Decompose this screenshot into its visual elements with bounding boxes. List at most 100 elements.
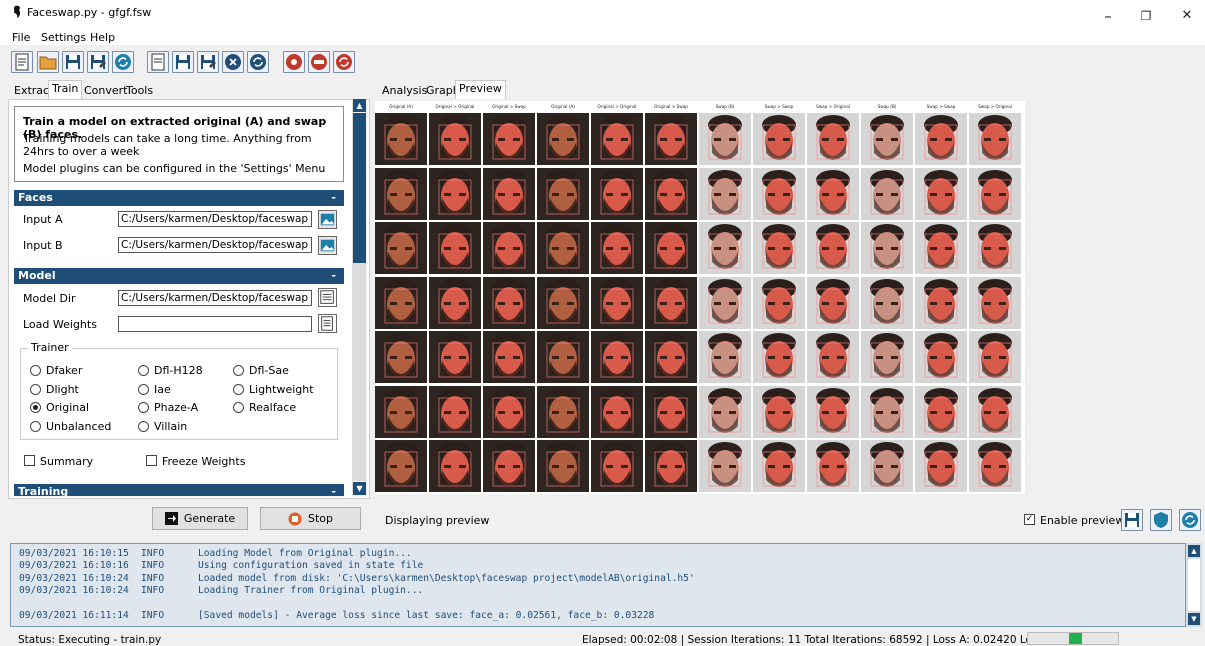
scroll-down-icon[interactable]: ▼ xyxy=(353,482,366,495)
save-task-as-icon[interactable] xyxy=(197,51,219,73)
new-project-icon[interactable] xyxy=(11,51,33,73)
stop-button[interactable]: Stop xyxy=(260,507,361,530)
trainer-label-dfl-h128: Dfl-H128 xyxy=(154,364,203,377)
face-thumbnail xyxy=(537,167,589,220)
face-thumbnail xyxy=(483,440,535,492)
console-scrollbar[interactable]: ▲ ▼ xyxy=(1186,543,1202,627)
face-thumbnail xyxy=(861,167,913,220)
face-thumbnail xyxy=(429,440,481,492)
clear-task-icon[interactable] xyxy=(222,51,244,73)
preview-column-header: Swap > Swap xyxy=(926,104,956,109)
refresh-preview-icon[interactable] xyxy=(1179,509,1201,531)
face-thumbnail xyxy=(861,385,913,438)
stop-label: Stop xyxy=(307,512,333,525)
freeze-weights-checkbox[interactable] xyxy=(146,455,157,466)
trainer-radio-realface[interactable] xyxy=(233,402,244,413)
face-thumbnail xyxy=(375,113,427,165)
tab-train[interactable]: Train xyxy=(48,80,83,99)
trainer-label-dlight: Dlight xyxy=(46,382,79,396)
trainer-label-villain: Villain xyxy=(154,419,188,433)
trainer-label-realface: Realface xyxy=(249,401,297,414)
menu-help[interactable]: Help xyxy=(90,31,115,44)
right-tabs: Analysis Graph Preview xyxy=(378,80,508,99)
preview-column-header: Swap (B) xyxy=(877,104,897,109)
log-scroll-thumb[interactable] xyxy=(1188,559,1200,611)
face-thumbnail xyxy=(537,440,589,492)
preview-column-header: Original > Original xyxy=(597,104,637,109)
faces-header-label: Faces xyxy=(18,191,53,204)
trainer-radio-dfl-sae[interactable] xyxy=(233,365,244,376)
scroll-up-icon[interactable]: ▲ xyxy=(353,99,366,112)
faces-section-header[interactable]: Faces - xyxy=(14,190,344,206)
menu-file[interactable]: File xyxy=(12,31,30,44)
face-thumbnail xyxy=(591,167,643,220)
face-thumbnail xyxy=(915,385,967,438)
trainer-radio-iae[interactable] xyxy=(138,383,149,395)
generate-button[interactable]: Generate xyxy=(152,507,248,530)
training-section-header[interactable]: Training - xyxy=(14,484,344,496)
close-button[interactable]: ✕ xyxy=(1172,4,1202,28)
input-b-browse-icon[interactable] xyxy=(318,236,337,255)
settings-icon[interactable] xyxy=(283,51,305,73)
input-a-field[interactable]: C:/Users/karmen/Desktop/faceswap proj xyxy=(118,211,312,227)
model-dir-field[interactable]: C:/Users/karmen/Desktop/faceswap proj xyxy=(118,290,312,306)
face-thumbnail xyxy=(915,113,967,165)
face-thumbnail xyxy=(645,385,697,438)
trainer-radio-unbalanced[interactable] xyxy=(30,420,41,432)
reload-project-icon[interactable] xyxy=(112,51,134,73)
tab-tools[interactable]: Tools xyxy=(122,82,157,99)
minimize-button[interactable]: – xyxy=(1093,4,1123,28)
face-thumbnail xyxy=(591,440,643,492)
face-thumbnail xyxy=(915,167,967,220)
shield-icon[interactable] xyxy=(1150,509,1172,531)
clear-icon[interactable] xyxy=(308,51,330,73)
model-section-header[interactable]: Model - xyxy=(14,268,344,284)
summary-checkbox[interactable] xyxy=(24,455,35,466)
trainer-label-lightweight: Lightweight xyxy=(249,382,314,396)
tab-preview[interactable]: Preview xyxy=(455,80,506,99)
face-thumbnail xyxy=(699,222,751,274)
face-thumbnail xyxy=(375,222,427,274)
save-task-icon[interactable] xyxy=(172,51,194,73)
face-thumbnail xyxy=(375,167,427,220)
face-thumbnail xyxy=(699,276,751,329)
trainer-radio-villain[interactable] xyxy=(138,420,149,432)
enable-preview-checkbox[interactable]: ✓ xyxy=(1024,514,1035,525)
trainer-radio-dlight[interactable] xyxy=(30,383,41,395)
open-project-icon[interactable] xyxy=(37,51,59,73)
generate-label: Generate xyxy=(183,512,236,525)
menu-settings[interactable]: Settings xyxy=(41,31,86,44)
input-b-field[interactable]: C:/Users/karmen/Desktop/faceswap proj xyxy=(118,237,312,253)
log-scroll-up-icon[interactable]: ▲ xyxy=(1188,545,1200,557)
restore-button[interactable]: ❐ xyxy=(1131,4,1161,28)
reload-task-icon[interactable] xyxy=(247,51,269,73)
input-a-browse-icon[interactable] xyxy=(318,210,337,229)
trainer-radio-lightweight[interactable] xyxy=(233,383,244,395)
load-weights-browse-icon[interactable] xyxy=(318,314,337,333)
face-thumbnail xyxy=(915,276,967,329)
trainer-radio-original[interactable] xyxy=(30,402,41,413)
load-weights-field[interactable] xyxy=(118,316,312,332)
trainer-radio-dfaker[interactable] xyxy=(30,365,41,376)
log-message: [Saved models] - Average loss since last… xyxy=(198,609,655,621)
save-project-as-icon[interactable] xyxy=(87,51,109,73)
log-scroll-down-icon[interactable]: ▼ xyxy=(1188,613,1200,625)
reload-config-icon[interactable] xyxy=(333,51,355,73)
save-project-icon[interactable] xyxy=(62,51,84,73)
model-dir-browse-icon[interactable] xyxy=(318,288,337,307)
input-a-label: Input A xyxy=(23,213,63,226)
new-task-icon[interactable] xyxy=(147,51,169,73)
face-thumbnail xyxy=(753,331,805,383)
face-thumbnail xyxy=(915,440,967,492)
save-preview-icon[interactable] xyxy=(1121,509,1143,531)
face-thumbnail xyxy=(699,440,751,492)
face-thumbnail xyxy=(645,276,697,329)
console-log[interactable]: 09/03/2021 16:10:15 INFO Loading Model fro… xyxy=(10,543,1186,627)
trainer-label-iae: Iae xyxy=(154,382,171,396)
trainer-radio-dfl-h128[interactable] xyxy=(138,365,149,376)
trainer-radio-phaze-a[interactable] xyxy=(138,402,149,413)
scrollbar-thumb[interactable] xyxy=(353,113,366,263)
log-timestamp: 09/03/2021 16:10:15 xyxy=(19,548,129,559)
model-header-label: Model xyxy=(18,269,56,282)
face-thumbnail xyxy=(807,167,859,220)
